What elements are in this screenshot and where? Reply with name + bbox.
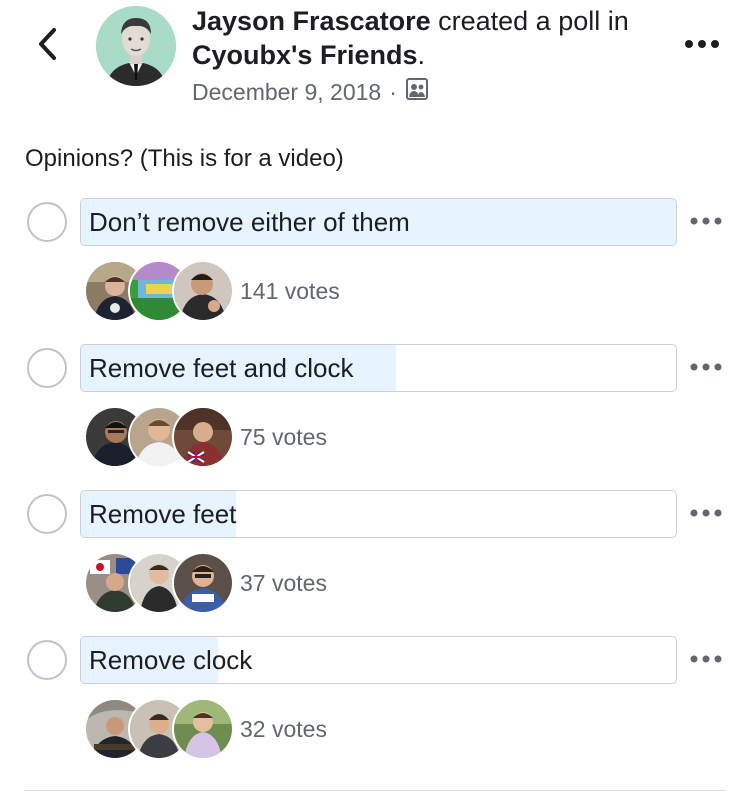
group-name-link[interactable]: Cyoubx's Friends <box>192 40 417 70</box>
poll-question: Opinions? (This is for a video) <box>25 145 344 172</box>
more-horizontal-icon <box>684 36 720 54</box>
vote-count[interactable]: 37 votes <box>240 568 327 598</box>
vote-count[interactable]: 75 votes <box>240 422 327 452</box>
option-label: Don’t remove either of them <box>89 207 410 237</box>
back-button[interactable] <box>30 24 64 68</box>
poll-option: Remove clock 32 votes <box>0 636 750 766</box>
option-result-bar[interactable]: Remove feet and clock <box>80 344 677 392</box>
more-horizontal-icon <box>690 358 722 376</box>
author-name-link[interactable]: Jayson Frascatore <box>192 6 431 36</box>
group-audience-icon <box>405 77 429 107</box>
post-divider <box>24 790 726 791</box>
option-label: Remove feet <box>89 499 237 529</box>
action-text: created a poll in <box>430 6 629 36</box>
header-period: . <box>417 40 425 70</box>
voter-avatars[interactable] <box>84 698 234 762</box>
option-result-bar[interactable]: Remove feet <box>80 490 677 538</box>
post-date[interactable]: December 9, 2018 <box>192 79 381 106</box>
option-more-button[interactable] <box>686 208 726 234</box>
vote-count[interactable]: 32 votes <box>240 714 327 744</box>
post-more-button[interactable] <box>680 30 724 60</box>
option-result-bar[interactable]: Remove clock <box>80 636 677 684</box>
option-radio-button[interactable] <box>27 640 67 680</box>
more-horizontal-icon <box>690 212 722 230</box>
poll-option: Remove feet 37 votes <box>0 490 750 620</box>
option-radio-button[interactable] <box>27 348 67 388</box>
post-header-text: Jayson Frascatore created a poll in Cyou… <box>192 4 662 72</box>
voter-avatar <box>172 552 234 614</box>
option-more-button[interactable] <box>686 354 726 380</box>
option-more-button[interactable] <box>686 646 726 672</box>
post-meta: December 9, 2018 · <box>192 76 429 108</box>
option-more-button[interactable] <box>686 500 726 526</box>
option-result-bar[interactable]: Don’t remove either of them <box>80 198 677 246</box>
voter-avatar <box>172 406 234 468</box>
voter-avatars[interactable] <box>84 552 234 616</box>
option-radio-button[interactable] <box>27 202 67 242</box>
more-horizontal-icon <box>690 504 722 522</box>
voter-avatars[interactable] <box>84 406 234 470</box>
voter-avatar <box>172 260 234 322</box>
more-horizontal-icon <box>690 650 722 668</box>
option-label: Remove clock <box>89 645 253 675</box>
meta-separator: · <box>389 78 397 105</box>
poll-option: Remove feet and clock 75 votes <box>0 344 750 474</box>
voter-avatar <box>172 698 234 760</box>
chevron-left-icon <box>36 27 58 66</box>
option-radio-button[interactable] <box>27 494 67 534</box>
voter-avatars[interactable] <box>84 260 234 324</box>
poll-option: Don’t remove either of them 141 votes <box>0 198 750 328</box>
option-label: Remove feet and clock <box>89 353 354 383</box>
author-avatar[interactable] <box>96 6 176 86</box>
vote-count[interactable]: 141 votes <box>240 276 340 306</box>
